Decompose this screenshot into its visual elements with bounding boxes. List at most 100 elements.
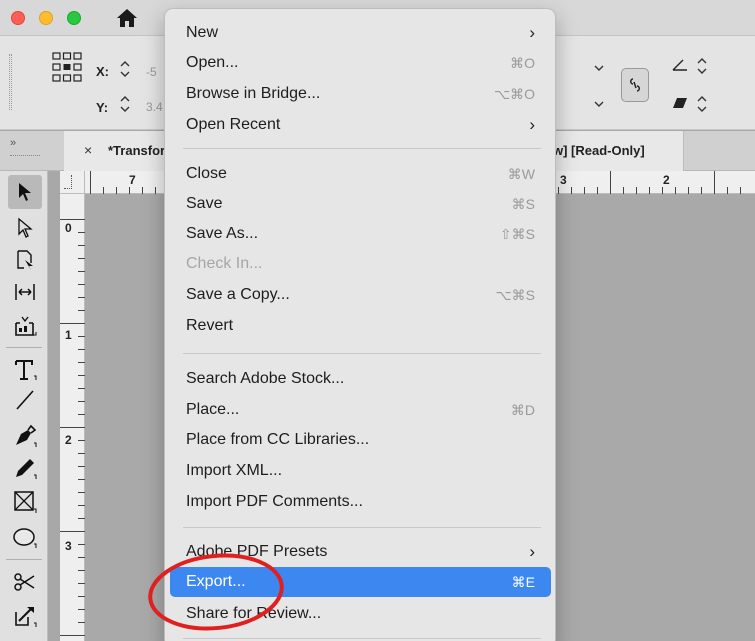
ruler-tick [623, 187, 624, 194]
menu-separator [183, 638, 541, 639]
scissors-tool-icon[interactable] [8, 565, 42, 599]
y-value[interactable]: 3.4 [146, 100, 163, 114]
menu-item-import-pdf-comments[interactable]: Import PDF Comments... [170, 487, 551, 517]
width-dropdown-chevron-icon[interactable] [593, 63, 605, 73]
ruler-tick [78, 271, 85, 272]
ellipse-tool-icon[interactable] [8, 521, 42, 555]
menu-item-label: Open... [186, 54, 239, 71]
submenu-arrow-icon: › [529, 115, 535, 134]
type-tool-icon[interactable] [8, 353, 42, 387]
menu-separator [183, 148, 541, 149]
menu-item-shortcut: ⌘E [511, 574, 535, 590]
ruler-tick [571, 187, 572, 194]
menu-item-shortcut: ⌥⌘S [495, 287, 535, 303]
ruler-origin[interactable] [60, 171, 85, 194]
shear-stepper-icon[interactable] [696, 92, 708, 116]
submenu-arrow-icon: › [529, 23, 535, 42]
gradient-tool-icon[interactable] [8, 633, 42, 641]
ruler-tick [78, 258, 85, 259]
menu-item-label: Save a Copy... [186, 286, 290, 303]
menu-item-revert[interactable]: Revert [170, 311, 551, 341]
menu-separator [183, 527, 541, 528]
ruler-tick [558, 187, 559, 194]
menu-item-export[interactable]: Export... ⌘E [170, 567, 551, 597]
content-collector-tool-icon[interactable] [8, 309, 42, 343]
free-transform-tool-icon[interactable] [8, 599, 42, 633]
menu-item-browse-in-bridge[interactable]: Browse in Bridge... ⌥⌘O [170, 79, 551, 109]
rotation-stepper-icon[interactable] [696, 54, 708, 78]
collapse-panel-icon[interactable]: » [10, 137, 16, 149]
x-stepper-icon[interactable] [119, 57, 131, 81]
home-icon[interactable] [116, 8, 138, 28]
tab-read-only[interactable]: w] [Read-Only] [552, 131, 684, 171]
ruler-tick [727, 187, 728, 194]
menu-item-save-as[interactable]: Save As... ⇧⌘S [170, 219, 551, 249]
pencil-tool-icon[interactable] [8, 451, 42, 485]
page-tool-icon[interactable] [8, 243, 42, 277]
ruler-tick [60, 323, 85, 324]
zoom-window-button[interactable] [67, 11, 81, 25]
ruler-tick [78, 401, 85, 402]
ruler-tick [78, 518, 85, 519]
ruler-tick [688, 187, 689, 194]
menu-item-open-recent[interactable]: Open Recent › [170, 110, 551, 140]
menu-item-import-xml[interactable]: Import XML... [170, 456, 551, 486]
menu-item-label: Import PDF Comments... [186, 493, 363, 510]
ruler-tick [78, 232, 85, 233]
menu-item-place-from-cc-libraries[interactable]: Place from CC Libraries... [170, 425, 551, 455]
y-stepper-icon[interactable] [119, 92, 131, 116]
line-tool-icon[interactable] [8, 383, 42, 417]
shear-angle-icon [673, 98, 687, 108]
panel-grip[interactable] [9, 54, 12, 110]
ruler-tick [78, 414, 85, 415]
height-dropdown-chevron-icon[interactable] [593, 99, 605, 109]
rectangle-frame-tool-icon[interactable] [8, 485, 42, 519]
menu-item-adobe-pdf-presets[interactable]: Adobe PDF Presets › [170, 537, 551, 567]
menu-item-label: Close [186, 165, 227, 182]
ruler-tick [103, 187, 104, 194]
ruler-label: 2 [65, 433, 72, 447]
ruler-tick [78, 583, 85, 584]
ruler-tick [78, 505, 85, 506]
ruler-tick [740, 187, 741, 194]
menu-item-save-a-copy[interactable]: Save a Copy... ⌥⌘S [170, 280, 551, 310]
menu-item-shortcut: ⌥⌘O [493, 86, 535, 102]
ruler-label: 0 [65, 221, 72, 235]
menu-separator [183, 353, 541, 354]
gap-tool-icon[interactable] [8, 275, 42, 309]
ruler-tick [78, 544, 85, 545]
y-label: Y: [96, 100, 109, 115]
tab-transformations[interactable]: × *Transformations [64, 131, 166, 171]
menu-item-label: Adobe PDF Presets [186, 543, 328, 560]
menu-item-close[interactable]: Close ⌘W [170, 159, 551, 189]
ruler-tick [142, 187, 143, 194]
ruler-tick [155, 187, 156, 194]
x-value[interactable]: -5 [146, 65, 157, 79]
minimize-window-button[interactable] [39, 11, 53, 25]
tab-close-icon[interactable]: × [84, 142, 92, 158]
ruler-tick [610, 171, 611, 194]
submenu-arrow-icon: › [529, 542, 535, 561]
selection-tool-icon[interactable] [8, 175, 42, 209]
pen-tool-icon[interactable] [8, 419, 42, 453]
menu-item-share-for-review[interactable]: Share for Review... [170, 599, 551, 629]
menu-item-search-adobe-stock[interactable]: Search Adobe Stock... [170, 364, 551, 394]
toolbox-grip[interactable] [10, 155, 40, 158]
menu-item-save[interactable]: Save ⌘S [170, 189, 551, 219]
menu-item-open[interactable]: Open... ⌘O [170, 48, 551, 78]
vertical-ruler[interactable]: 0 1 2 3 [60, 171, 85, 641]
menu-item-label: Check In... [186, 255, 263, 272]
menu-item-place[interactable]: Place... ⌘D [170, 395, 551, 425]
ruler-tick [584, 187, 585, 194]
reference-point-icon[interactable] [52, 52, 82, 82]
ruler-tick [78, 557, 85, 558]
close-window-button[interactable] [11, 11, 25, 25]
direct-selection-tool-icon[interactable] [8, 211, 42, 245]
menu-item-label: Save As... [186, 225, 259, 242]
ruler-tick [78, 245, 85, 246]
menu-item-label: New [186, 24, 219, 41]
menu-item-check-in: Check In... [170, 249, 551, 279]
ruler-tick [78, 453, 85, 454]
menu-item-new[interactable]: New › [170, 18, 551, 48]
tab-label: *Transformations [108, 143, 166, 158]
